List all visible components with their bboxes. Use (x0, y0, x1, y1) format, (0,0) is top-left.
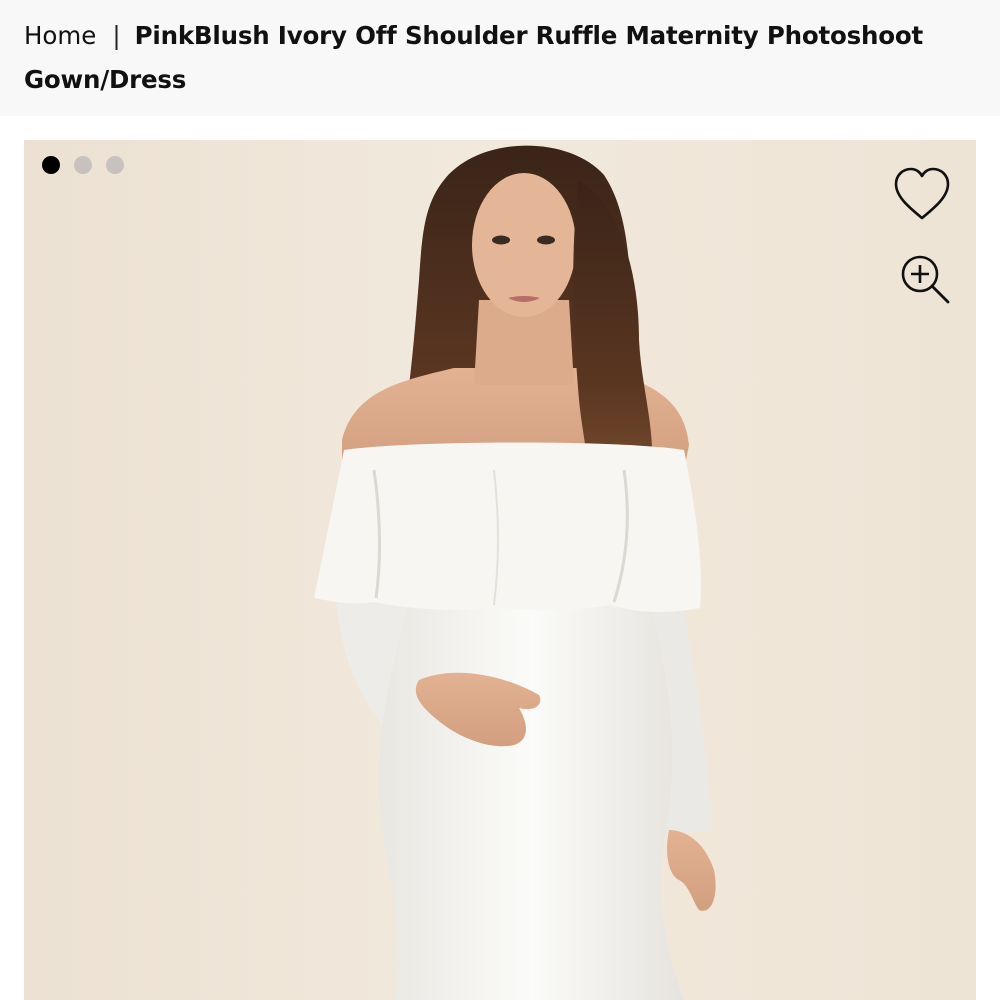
wishlist-button[interactable] (890, 162, 954, 226)
page-header: Home | PinkBlush Ivory Off Shoulder Ruffle… (0, 0, 1000, 116)
breadcrumb: Home | PinkBlush Ivory Off Shoulder Ruffle… (24, 14, 924, 102)
zoom-button[interactable] (894, 248, 958, 312)
product-photo[interactable] (24, 140, 976, 1000)
carousel-dot-1[interactable] (42, 156, 60, 174)
breadcrumb-separator: | (112, 21, 121, 50)
product-image-gallery[interactable] (24, 140, 976, 1000)
carousel-dot-3[interactable] (106, 156, 124, 174)
carousel-dot-2[interactable] (74, 156, 92, 174)
heart-icon (894, 167, 950, 220)
carousel-dots (42, 156, 124, 174)
zoom-in-icon (901, 255, 950, 304)
breadcrumb-current-page: PinkBlush Ivory Off Shoulder Ruffle Mate… (24, 21, 924, 94)
breadcrumb-home-link[interactable]: Home (24, 21, 96, 50)
